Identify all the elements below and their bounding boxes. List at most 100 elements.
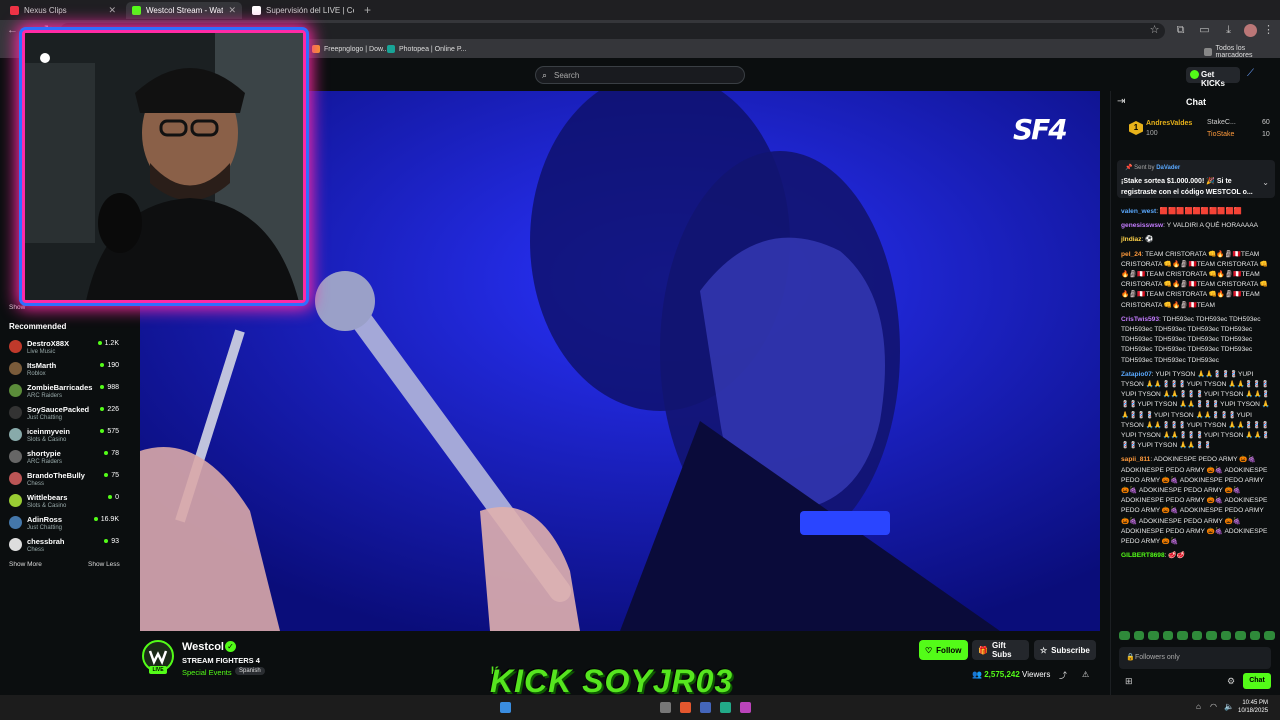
channel-category: Live Music bbox=[27, 349, 56, 355]
share-icon[interactable]: ⤴ bbox=[1059, 670, 1067, 681]
taskbar-app-icon[interactable] bbox=[720, 702, 731, 713]
clock[interactable]: 10:45 PM 10/18/2025 bbox=[1238, 699, 1268, 715]
emote-icon[interactable] bbox=[1162, 631, 1174, 640]
menu-icon[interactable]: ⋮ bbox=[1262, 24, 1275, 37]
emote-icon[interactable] bbox=[1148, 631, 1159, 640]
chat-input[interactable]: 🔒 Followers only bbox=[1119, 647, 1271, 669]
emote-bar bbox=[1119, 631, 1276, 640]
search-placeholder: Search bbox=[554, 71, 580, 80]
report-icon[interactable]: ⚠ bbox=[1082, 670, 1089, 679]
sidebar-channel-iceinmyvein[interactable]: iceinmyvein Slots & Casino 575 bbox=[9, 426, 121, 446]
viewer-count-value: 988 bbox=[107, 384, 119, 391]
tab-westcol-stream[interactable]: Westcol Stream - Watch Li... ✕ bbox=[126, 2, 242, 19]
back-icon[interactable]: ← bbox=[6, 24, 19, 37]
sidebar-channel-brandothebully[interactable]: BrandoTheBully Chess 75 bbox=[9, 470, 121, 490]
emote-icon[interactable] bbox=[1220, 631, 1232, 640]
taskbar-app-icon[interactable] bbox=[680, 702, 691, 713]
chevron-down-icon[interactable]: ⌄ bbox=[1262, 178, 1269, 187]
bookmark-photopea[interactable]: Photopea | Online P... bbox=[387, 45, 466, 53]
pinned-by-user: DaVader bbox=[1156, 165, 1181, 171]
emote-icon[interactable] bbox=[1133, 631, 1145, 640]
chat-message: jlndiaz: ⚽ bbox=[1121, 235, 1273, 245]
bookmark-all-bookmarks[interactable]: Todos los marcadores bbox=[1204, 45, 1280, 59]
close-icon[interactable]: ✕ bbox=[108, 5, 116, 16]
chat-username[interactable]: sapii_811 bbox=[1121, 456, 1150, 463]
gift-leaderboard[interactable]: 1 AndresValdes 100 StakeC... 60 TioStake… bbox=[1119, 115, 1275, 143]
heart-icon: ♡ bbox=[925, 645, 933, 655]
follow-button[interactable]: ♡ Follow bbox=[919, 640, 968, 660]
emote-icon[interactable] bbox=[1235, 631, 1246, 640]
bookmark-freepnglogo[interactable]: Freepnglogo | Dow... bbox=[312, 45, 388, 53]
gift-subs-label: Gift Subs bbox=[991, 641, 1012, 659]
chat-text: 🟥🟥🟥🟥🟥🟥🟥🟥🟥🟥 bbox=[1159, 208, 1242, 215]
extensions-icon[interactable]: ⧉ bbox=[1174, 24, 1187, 37]
pinned-message-text: ¡Stake sortea $1.000.000! 🎉 Si te regist… bbox=[1121, 178, 1253, 196]
language-tag[interactable]: Spanish bbox=[235, 667, 265, 675]
chat-username[interactable]: pel_24 bbox=[1121, 251, 1142, 258]
subscribe-button[interactable]: ☆ Subscribe bbox=[1034, 640, 1096, 660]
profile-avatar[interactable] bbox=[1244, 24, 1257, 37]
chat-text: ADOKINESPE PEDO ARMY 🎃🍇 ADOKINESPE PEDO … bbox=[1121, 456, 1268, 546]
sidebar-channel-adinross[interactable]: AdinRoss Just Chatting 16.9K bbox=[9, 514, 121, 534]
emote-icon[interactable] bbox=[1249, 631, 1261, 640]
pinned-message[interactable]: 📌 Sent by DaVader ¡Stake sortea $1.000.0… bbox=[1117, 160, 1275, 198]
sidebar-channel-wittlebears[interactable]: Wittlebears Slots & Casino 0 bbox=[9, 492, 121, 512]
sidebar-channel-zombiebarricades[interactable]: ZombieBarricades ARC Raiders 988 bbox=[9, 382, 121, 402]
show-following-link[interactable]: Show bbox=[9, 304, 25, 311]
viewer-count: 988 bbox=[100, 384, 119, 391]
taskbar-app-icon[interactable] bbox=[660, 702, 671, 713]
emote-icon[interactable] bbox=[1177, 631, 1188, 640]
new-tab-button[interactable]: + bbox=[364, 3, 371, 17]
chat-username[interactable]: GILBERT8698 bbox=[1121, 552, 1165, 559]
tab-supervision-live[interactable]: Supervisión del LIVE | Centro L... bbox=[246, 2, 362, 19]
emote-icon[interactable] bbox=[1264, 631, 1276, 640]
show-less-button[interactable]: Show Less bbox=[88, 561, 120, 568]
channel-name[interactable]: Westcol bbox=[182, 641, 224, 653]
subscribe-label: Subscribe bbox=[1051, 645, 1090, 655]
bookmark-star-icon[interactable]: ☆ bbox=[1148, 24, 1161, 37]
gift-icon[interactable]: ⊞ bbox=[1125, 676, 1133, 687]
show-more-button[interactable]: Show More bbox=[9, 561, 42, 568]
emote-icon[interactable] bbox=[1191, 631, 1203, 640]
stream-category-link[interactable]: Special Events bbox=[182, 668, 232, 677]
send-chat-button[interactable]: Chat bbox=[1243, 673, 1271, 689]
lock-icon: 🔒 bbox=[1126, 654, 1135, 661]
notifications-icon[interactable]: ⟋ bbox=[1247, 68, 1254, 79]
cast-icon[interactable]: ▭ bbox=[1198, 24, 1211, 37]
viewer-count-value: 0 bbox=[115, 494, 119, 501]
chat-username[interactable]: jlndiaz bbox=[1121, 236, 1142, 243]
tab-title: Westcol Stream - Watch Li... bbox=[146, 6, 224, 15]
sidebar-channel-soysaucepacked[interactable]: SoySaucePacked Just Chatting 226 bbox=[9, 404, 121, 424]
search-input[interactable]: ⌕ Search bbox=[535, 66, 745, 84]
volume-icon[interactable]: 🔈 bbox=[1224, 702, 1234, 711]
chat-text: TEAM CRISTORATA 👊🔥🗿🇵🇪TEAM CRISTORATA 👊🔥🗿… bbox=[1121, 250, 1268, 309]
chat-username[interactable]: Zatapio07 bbox=[1121, 371, 1152, 378]
downloads-icon[interactable]: ⤓ bbox=[1222, 24, 1235, 37]
channel-name: shortypie bbox=[27, 449, 61, 458]
chat-username[interactable]: genesisswsw bbox=[1121, 222, 1163, 229]
tiktok-favicon-icon bbox=[252, 6, 261, 15]
taskbar-app-icon[interactable] bbox=[700, 702, 711, 713]
chat-username[interactable]: CrisTwis593 bbox=[1121, 316, 1159, 323]
wifi-icon[interactable]: ◠ bbox=[1210, 702, 1217, 711]
emote-icon[interactable] bbox=[1119, 631, 1130, 640]
taskbar-app-icon[interactable] bbox=[740, 702, 751, 713]
channel-category: ARC Raiders bbox=[27, 459, 63, 465]
network-icon[interactable]: ⌂ bbox=[1196, 702, 1201, 711]
sidebar-channel-itsmarth[interactable]: ItsMarth Roblox 190 bbox=[9, 360, 121, 380]
sidebar-channel-destrox88x[interactable]: DestroX88X Live Music 1.2K bbox=[9, 338, 121, 358]
gear-icon[interactable]: ⚙ bbox=[1227, 676, 1235, 687]
sidebar-channel-shortypie[interactable]: shortypie ARC Raiders 78 bbox=[9, 448, 121, 468]
gift-subs-button[interactable]: 🎁 Gift Subs bbox=[972, 640, 1029, 660]
bookmark-label: Photopea | Online P... bbox=[399, 45, 467, 53]
get-kicks-button[interactable]: Get KICKs bbox=[1186, 67, 1240, 88]
emote-icon[interactable] bbox=[1206, 631, 1217, 640]
windows-start-icon[interactable] bbox=[500, 702, 511, 713]
tab-nexus-clips[interactable]: Nexus Clips ✕ bbox=[4, 2, 122, 19]
chat-username[interactable]: valen_west bbox=[1121, 208, 1156, 215]
sidebar-channel-chessbrah[interactable]: chessbrah Chess 93 bbox=[9, 536, 121, 556]
chat-text: YUPI TYSON 🙏🙏💈💈💈YUPI TYSON 🙏🙏💈💈💈YUPI TYS… bbox=[1121, 370, 1270, 450]
pinned-by: 📌 Sent by DaVader bbox=[1125, 164, 1180, 171]
close-icon[interactable]: ✕ bbox=[228, 5, 236, 16]
bookmark-label: Freepnglogo | Dow... bbox=[324, 45, 389, 53]
